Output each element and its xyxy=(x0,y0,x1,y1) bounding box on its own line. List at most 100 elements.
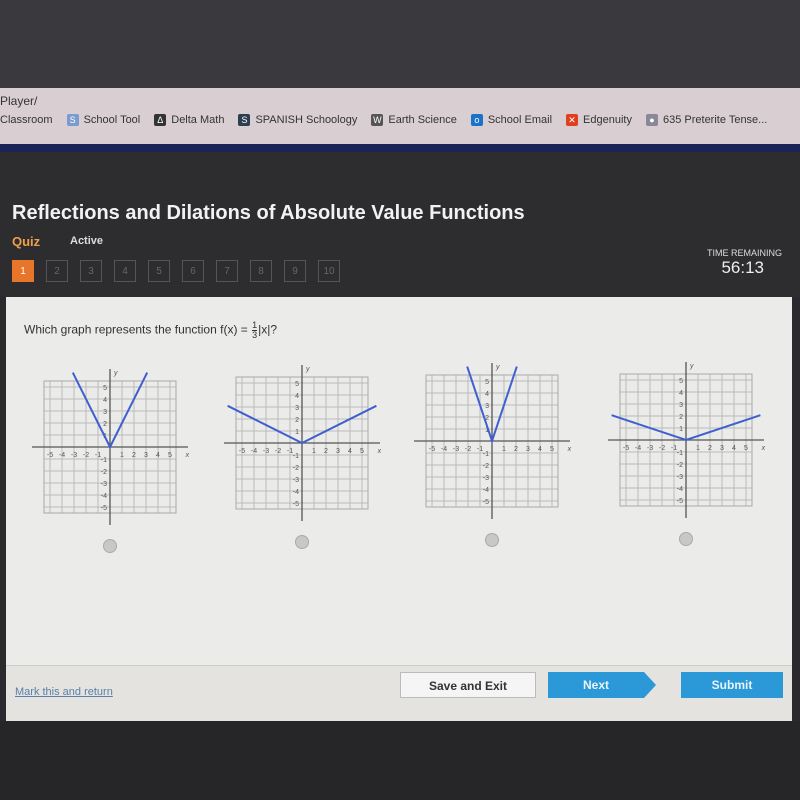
x-tick-label: -4 xyxy=(59,452,65,459)
mark-and-return-link[interactable]: Mark this and return xyxy=(15,686,113,698)
bookmark-1[interactable]: S School Tool xyxy=(66,114,141,126)
option-2-radio[interactable] xyxy=(295,535,309,549)
x-tick-label: -2 xyxy=(465,446,471,453)
question-6-button[interactable]: 6 xyxy=(182,260,204,282)
bookmark-4[interactable]: W Earth Science xyxy=(371,114,457,126)
bookmark-2[interactable]: Δ Delta Math xyxy=(154,114,224,126)
y-tick-label: -2 xyxy=(677,462,683,469)
y-tick-label: 4 xyxy=(679,390,683,397)
y-tick-label: -3 xyxy=(101,481,107,488)
x-tick-label: -3 xyxy=(71,452,77,459)
bookmark-label: School Email xyxy=(487,114,553,126)
deltamath-icon: Δ xyxy=(154,114,167,126)
question-2-button[interactable]: 2 xyxy=(46,260,68,282)
w-icon: W xyxy=(371,114,384,126)
x-tick-label: 3 xyxy=(144,452,148,459)
x-tick-label: 2 xyxy=(324,448,328,455)
bookmarks-bar: Classroom S School Tool Δ Delta Math S SPANISH… xyxy=(0,114,767,126)
x-axis-label: x xyxy=(761,445,766,452)
x-axis-label: x xyxy=(567,446,572,453)
schooltool-icon: S xyxy=(66,114,79,126)
y-tick-label: -4 xyxy=(101,493,107,500)
outlook-icon: o xyxy=(470,114,483,126)
question-text: Which graph represents the function f(x)… xyxy=(24,321,277,340)
y-tick-label: 5 xyxy=(485,379,489,386)
y-tick-label: -3 xyxy=(293,477,299,484)
graph-option-1[interactable]: -5-5-4-4-3-3-2-2-1-11122334455xy xyxy=(10,352,210,542)
y-tick-label: -5 xyxy=(293,501,299,508)
quiz-label: Quiz xyxy=(12,234,41,249)
x-tick-label: -3 xyxy=(263,448,269,455)
status-label: Active xyxy=(70,235,104,247)
question-7-button[interactable]: 7 xyxy=(216,260,238,282)
option-1-radio[interactable] xyxy=(103,539,117,553)
next-button[interactable]: Next xyxy=(548,672,644,698)
graph-option-3[interactable]: -5-5-4-4-3-3-2-2-1-11122334455xy xyxy=(392,346,592,536)
x-tick-label: 1 xyxy=(120,452,124,459)
question-10-button[interactable]: 10 xyxy=(318,260,340,282)
bookmark-6[interactable]: ✕ Edgenuity xyxy=(566,114,632,126)
y-tick-label: -1 xyxy=(101,457,107,464)
bookmark-label: SPANISH Schoology xyxy=(255,114,358,126)
question-3-button[interactable]: 3 xyxy=(80,260,102,282)
save-and-exit-button[interactable]: Save and Exit xyxy=(400,672,536,698)
x-tick-label: 3 xyxy=(526,446,530,453)
bookmark-label: Classroom xyxy=(0,114,53,126)
bookmark-7[interactable]: ● 635 Preterite Tense... xyxy=(645,114,767,126)
y-tick-label: 2 xyxy=(103,421,107,428)
x-tick-label: 2 xyxy=(514,446,518,453)
bookmark-0[interactable]: Classroom xyxy=(0,114,53,126)
y-tick-label: 3 xyxy=(103,409,107,416)
time-remaining-label: TIME REMAINING xyxy=(706,248,782,258)
question-1-button[interactable]: 1 xyxy=(12,260,34,282)
y-tick-label: 4 xyxy=(103,397,107,404)
x-tick-label: -3 xyxy=(453,446,459,453)
x-tick-label: 1 xyxy=(696,445,700,452)
option-4-radio[interactable] xyxy=(679,532,693,546)
divider xyxy=(0,144,800,152)
x-tick-label: 2 xyxy=(708,445,712,452)
x-tick-label: -5 xyxy=(239,448,245,455)
x-tick-label: -4 xyxy=(251,448,257,455)
y-tick-label: -1 xyxy=(483,451,489,458)
question-5-button[interactable]: 5 xyxy=(148,260,170,282)
y-tick-label: 3 xyxy=(679,402,683,409)
fraction: 13 xyxy=(252,321,258,340)
bookmark-label: School Tool xyxy=(83,114,141,126)
y-tick-label: 5 xyxy=(679,378,683,385)
next-arrow xyxy=(644,672,656,698)
y-tick-label: -2 xyxy=(293,465,299,472)
submit-button[interactable]: Submit xyxy=(681,672,783,698)
edgenuity-icon: ✕ xyxy=(566,114,579,126)
graph-option-4[interactable]: -5-5-4-4-3-3-2-2-1-11122334455xy xyxy=(586,345,786,535)
fraction-denominator: 3 xyxy=(252,330,258,340)
question-4-button[interactable]: 4 xyxy=(114,260,136,282)
y-axis-label: y xyxy=(113,370,118,377)
bookmark-3[interactable]: S SPANISH Schoology xyxy=(238,114,357,126)
x-tick-label: 5 xyxy=(168,452,172,459)
bookmark-5[interactable]: o School Email xyxy=(470,114,553,126)
bookmark-label: Edgenuity xyxy=(583,114,632,126)
y-tick-label: 2 xyxy=(679,414,683,421)
y-tick-label: -5 xyxy=(483,499,489,506)
y-tick-label: -1 xyxy=(293,453,299,460)
question-9-button[interactable]: 9 xyxy=(284,260,306,282)
x-tick-label: -2 xyxy=(659,445,665,452)
x-tick-label: 4 xyxy=(156,452,160,459)
question-suffix: |x|? xyxy=(258,322,278,337)
screen-bezel-bottom xyxy=(0,721,800,800)
y-tick-label: -1 xyxy=(677,450,683,457)
question-panel: Which graph represents the function f(x)… xyxy=(6,297,792,665)
question-8-button[interactable]: 8 xyxy=(250,260,272,282)
graph-option-2[interactable]: -5-5-4-4-3-3-2-2-1-11122334455xy xyxy=(202,348,402,538)
y-tick-label: -4 xyxy=(677,486,683,493)
x-tick-label: 5 xyxy=(360,448,364,455)
globe-icon: ● xyxy=(645,114,658,126)
y-tick-label: -2 xyxy=(483,463,489,470)
quiz-header: Reflections and Dilations of Absolute Va… xyxy=(0,152,800,297)
y-tick-label: 2 xyxy=(295,417,299,424)
x-tick-label: -3 xyxy=(647,445,653,452)
bookmark-label: Earth Science xyxy=(388,114,457,126)
option-3-radio[interactable] xyxy=(485,533,499,547)
y-tick-label: -4 xyxy=(483,487,489,494)
